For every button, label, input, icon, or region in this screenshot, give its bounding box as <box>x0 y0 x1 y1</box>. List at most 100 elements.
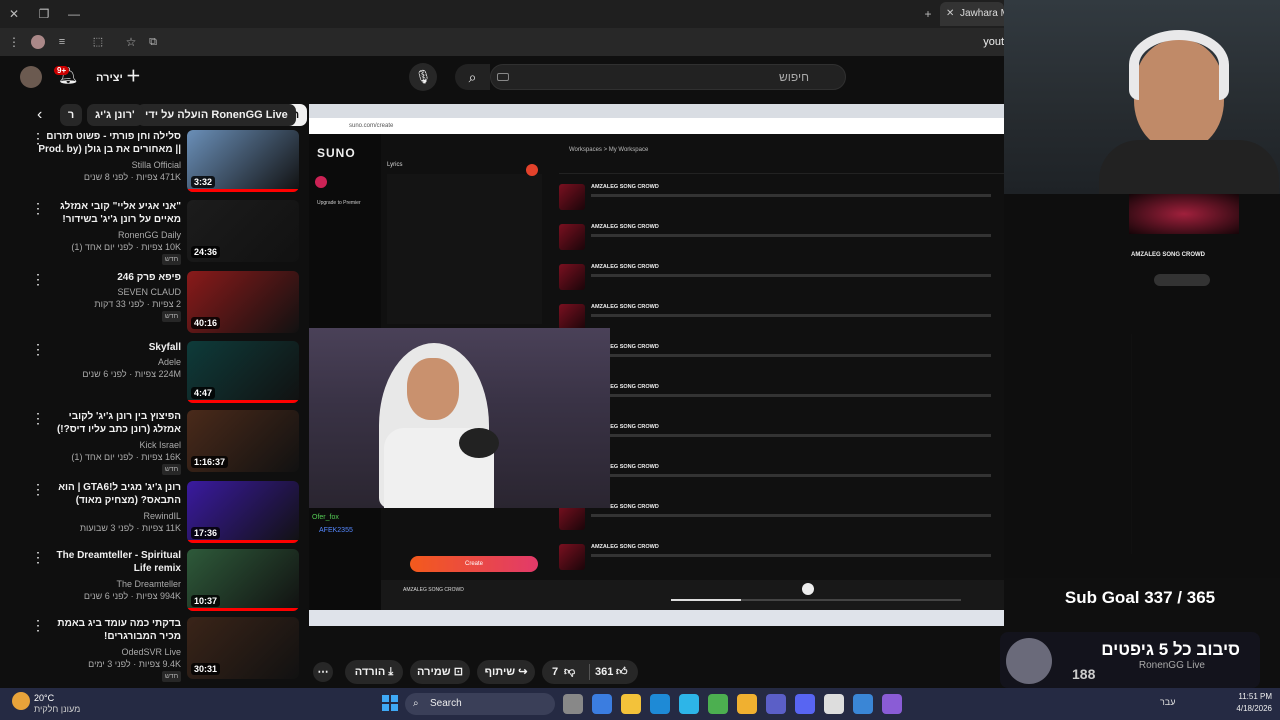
video-title[interactable]: Skyfall <box>38 341 181 354</box>
list-item[interactable]: ⋮ בדקתי כמה עומד ביג באמת מכיר המבורגרים!… <box>24 617 300 683</box>
profile-avatar[interactable] <box>31 35 45 49</box>
video-thumbnail[interactable]: 3:32 <box>187 130 299 192</box>
video-channel[interactable]: OdedSVR Live <box>38 647 181 657</box>
video-title[interactable]: פיפא פרק 246 <box>38 271 181 284</box>
search-icon[interactable]: ⌕ <box>455 64 490 90</box>
suno-song-row[interactable]: AMZALEG SONG CROWD <box>559 462 1004 498</box>
obs-icon[interactable] <box>824 694 844 714</box>
video-title[interactable]: "אני אגיע אליי" קובי אמזלג מאיים על רונן… <box>38 200 181 226</box>
address-bar[interactable]: yout <box>960 28 1004 56</box>
suno-song-row[interactable]: AMZALEG SONG CROWD <box>559 222 1004 258</box>
download-button[interactable]: הורדה ⤓ <box>345 660 403 684</box>
paint-icon[interactable] <box>853 694 873 714</box>
file-explorer-icon[interactable] <box>737 694 757 714</box>
video-channel[interactable]: RonenGG Daily <box>38 230 181 240</box>
suno-search[interactable] <box>559 162 1004 174</box>
weather-icon[interactable] <box>12 692 30 710</box>
suno-song-row[interactable]: AMZALEG SONG CROWD <box>559 542 1004 578</box>
clock-date[interactable]: 4/18/2026 <box>1222 704 1272 713</box>
video-thumbnail[interactable]: 10:37 <box>187 549 299 611</box>
save-button[interactable]: שמירה ⊡ <box>410 660 470 684</box>
word-icon[interactable] <box>650 694 670 714</box>
taskbar-search[interactable]: ⌕ Search <box>405 693 555 715</box>
more-actions-icon[interactable]: ⋯ <box>313 662 333 682</box>
list-item[interactable]: ⋮ "אני אגיע אליי" קובי אמזלג מאיים על רונ… <box>24 200 300 266</box>
lyrics-close-icon[interactable] <box>526 164 538 176</box>
share-button[interactable]: שיתוף ↪ <box>477 660 535 684</box>
list-item[interactable]: ⋮ הפיצוץ בין רונן ג'יג' לקובי אמזלג (רונן… <box>24 410 300 476</box>
video-channel[interactable]: Stilla Official <box>38 160 181 170</box>
dislike-count[interactable]: 7 <box>552 660 558 684</box>
discord-icon[interactable] <box>795 694 815 714</box>
suno-song-row[interactable]: AMZALEG SONG CROWD <box>559 382 1004 418</box>
video-title[interactable]: בדקתי כמה עומד ביג באמת מכיר המבורגרים! <box>38 617 181 643</box>
photos-icon[interactable] <box>679 694 699 714</box>
extensions-icon[interactable]: ⬚ <box>84 28 112 56</box>
suno-create-button[interactable]: Create <box>410 556 538 572</box>
taskbar-search-icon: ⌕ <box>413 698 419 709</box>
video-title[interactable]: רונן ג'יג' מגיב ל!GTA6 | הוא התבאס? (מצח… <box>38 481 181 507</box>
search-input[interactable]: חיפוש <box>490 64 846 90</box>
chip-more[interactable]: ר <box>60 104 82 126</box>
banner-channel: RonenGG Live <box>1138 660 1205 671</box>
list-item[interactable]: ⋮ רונן ג'יג' מגיב ל!GTA6 | הוא התבאס? (מצ… <box>24 481 300 547</box>
language-indicator[interactable]: עבר <box>1160 697 1175 707</box>
video-player[interactable]: suno.com/create SUNO Upgrade to Premier … <box>309 104 1004 626</box>
video-channel[interactable]: SEVEN CLAUD <box>38 287 181 297</box>
list-item[interactable]: ⋮ פיפא פרק 246 SEVEN CLAUD 2 צפיות · לפני 3… <box>24 271 300 337</box>
video-channel[interactable]: Adele <box>38 357 181 367</box>
edge-icon[interactable] <box>592 694 612 714</box>
video-channel[interactable]: Kick Israel <box>38 440 181 450</box>
video-thumbnail[interactable]: 24:36 <box>187 200 299 262</box>
restore-window-icon[interactable]: ❐ <box>30 0 58 28</box>
clock-time[interactable]: 11:51 PM <box>1222 692 1272 701</box>
chrome-icon[interactable] <box>708 694 728 714</box>
like-count[interactable]: 361 <box>595 660 613 684</box>
video-duration: 10:37 <box>191 595 221 607</box>
video-thumbnail[interactable]: 17:36 <box>187 481 299 543</box>
tab-share-icon[interactable]: ⧉ <box>139 28 167 56</box>
video-title[interactable]: The Dreamteller - Spiritual Life remix <box>38 549 181 575</box>
list-item[interactable]: ⋮ The Dreamteller - Spiritual Life remix T… <box>24 549 300 615</box>
chip-ronen[interactable]: רונן ג'יג' <box>87 104 143 126</box>
suno-play-button[interactable] <box>802 583 814 595</box>
chip-uploaded-by[interactable]: הועלה על ידי RonenGG Live <box>137 104 296 126</box>
new-tab-icon[interactable]: + <box>914 2 942 26</box>
video-channel[interactable]: RewindIL <box>38 511 181 521</box>
vs-icon[interactable] <box>882 694 902 714</box>
browser-tab-active[interactable]: ✕ Jawhara Ma <box>940 2 1004 26</box>
remix-button[interactable] <box>1154 274 1210 286</box>
list-item[interactable]: ⋮ Skyfall Adele 224M צפיות · לפני 6 שנים 4:4… <box>24 341 300 407</box>
windows-start-icon[interactable] <box>382 695 398 711</box>
store-icon[interactable] <box>621 694 641 714</box>
upgrade-link[interactable]: Upgrade to Premier <box>317 200 361 206</box>
voice-search-icon[interactable]: 🎙︎ <box>409 63 437 91</box>
chevron-left-icon[interactable]: ‹ <box>37 106 42 124</box>
suno-song-row[interactable]: AMZALEG SONG CROWD <box>559 422 1004 458</box>
suno-song-row[interactable]: AMZALEG SONG CROWD <box>559 342 1004 378</box>
playlist-icon[interactable]: ≡ <box>48 28 76 56</box>
dislike-icon[interactable]: 👎︎ <box>564 660 575 684</box>
close-window-icon[interactable]: ✕ <box>0 0 28 28</box>
teams-icon[interactable] <box>766 694 786 714</box>
video-thumbnail[interactable]: 40:16 <box>187 271 299 333</box>
suno-song-row[interactable]: AMZALEG SONG CROWD <box>559 302 1004 338</box>
video-title[interactable]: סלילה וחן פורתי - פשוט תזרום || מאחורים … <box>38 130 181 156</box>
video-channel[interactable]: The Dreamteller <box>38 579 181 589</box>
video-thumbnail[interactable]: 30:31 <box>187 617 299 679</box>
tab-close-icon[interactable]: ✕ <box>946 2 954 26</box>
user-avatar[interactable] <box>20 66 42 88</box>
suno-song-row[interactable]: AMZALEG SONG CROWD <box>559 182 1004 218</box>
keyboard-icon[interactable] <box>497 73 509 81</box>
task-view-icon[interactable] <box>563 694 583 714</box>
minimize-window-icon[interactable]: — <box>60 0 88 28</box>
suno-song-row[interactable]: AMZALEG SONG CROWD <box>559 262 1004 298</box>
menu-dots-icon[interactable]: ⋮ <box>0 28 28 56</box>
suno-song-row[interactable]: AMZALEG SONG CROWD <box>559 502 1004 538</box>
video-thumbnail[interactable]: 4:47 <box>187 341 299 403</box>
video-thumbnail[interactable]: 1:16:37 <box>187 410 299 472</box>
like-icon[interactable]: 👍︎ <box>616 660 628 684</box>
create-button[interactable]: יצירה ＋ <box>90 66 147 88</box>
video-title[interactable]: הפיצוץ בין רונן ג'יג' לקובי אמזלג (רונן … <box>38 410 181 436</box>
list-item[interactable]: ⋮ סלילה וחן פורתי - פשוט תזרום || מאחורים… <box>24 130 300 196</box>
